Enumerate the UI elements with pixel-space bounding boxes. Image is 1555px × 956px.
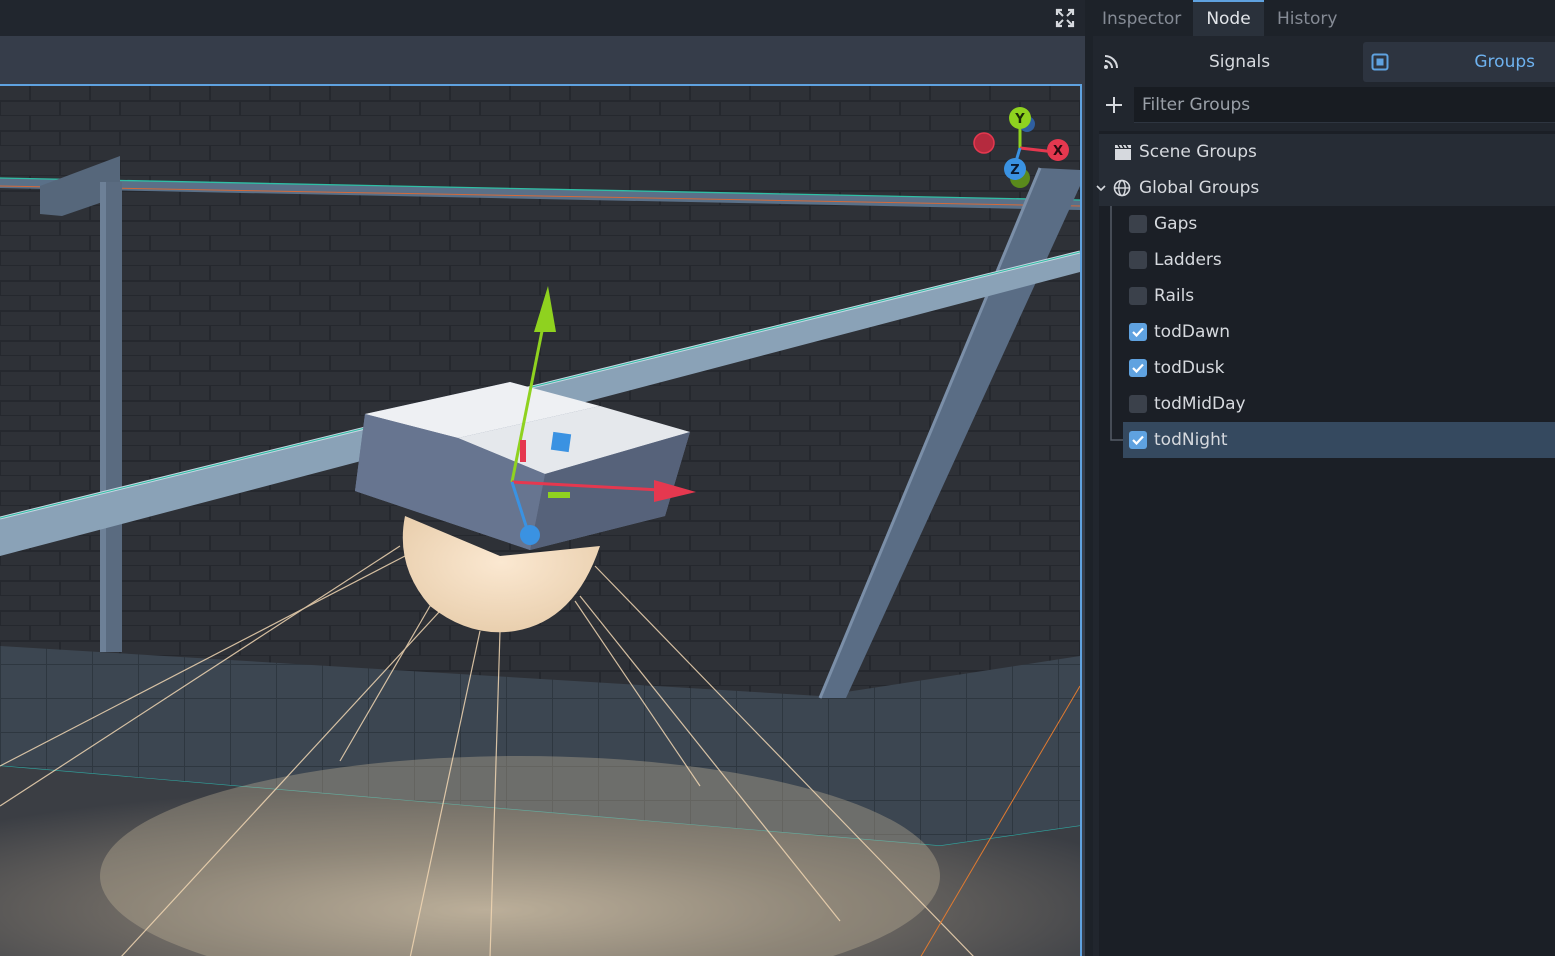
filter-row	[1093, 86, 1555, 124]
3d-scene-render[interactable]: Y X Z	[0, 86, 1080, 956]
group-row-rails[interactable]: Rails	[1099, 278, 1555, 314]
plus-icon	[1106, 97, 1122, 113]
check-icon	[1132, 363, 1144, 374]
groups-tree: Scene Groups Global Groups Gaps Ladders Ra…	[1096, 131, 1555, 956]
group-checkbox[interactable]	[1129, 251, 1147, 269]
dock-tab-bar: Inspector Node History	[1093, 0, 1555, 36]
check-icon	[1132, 435, 1144, 446]
group-checkbox[interactable]	[1129, 431, 1147, 449]
gizmo-y-label: Y	[1014, 112, 1025, 127]
groups-icon	[1371, 53, 1389, 71]
group-name: Ladders	[1154, 250, 1222, 270]
fullscreen-icon	[1055, 8, 1075, 28]
group-name: Rails	[1154, 286, 1195, 306]
group-row-gaps[interactable]: Gaps	[1099, 206, 1555, 242]
clapperboard-icon	[1115, 144, 1131, 160]
node-subtabs: Signals Groups	[1093, 40, 1555, 84]
right-dock: Inspector Node History Signals Groups Fi…	[1093, 0, 1555, 956]
scene-groups-category[interactable]: Scene Groups	[1099, 134, 1555, 170]
group-checkbox[interactable]	[1129, 287, 1147, 305]
tab-node[interactable]: Node	[1193, 0, 1264, 36]
groups-tab-label: Groups	[1474, 52, 1535, 72]
distraction-free-button[interactable]	[1053, 6, 1077, 30]
check-icon	[1132, 327, 1144, 338]
group-row-toddawn[interactable]: todDawn	[1099, 314, 1555, 350]
viewport-toolbar	[0, 36, 1085, 84]
dock-splitter[interactable]	[1085, 0, 1093, 956]
signal-icon	[1104, 55, 1118, 69]
filter-groups-input[interactable]	[1134, 87, 1555, 123]
tab-inspector[interactable]: Inspector	[1093, 0, 1193, 36]
group-name: todDusk	[1154, 358, 1225, 378]
group-name: todMidDay	[1154, 394, 1246, 414]
viewport-top-bar	[0, 0, 1085, 36]
3d-viewport[interactable]: Y X Z	[0, 84, 1082, 956]
gizmo-z-label: Z	[1010, 163, 1019, 178]
group-row-ladders[interactable]: Ladders	[1099, 242, 1555, 278]
add-group-button[interactable]	[1099, 90, 1129, 120]
group-name: todNight	[1154, 430, 1228, 450]
3d-viewport-panel: Y X Z	[0, 0, 1085, 956]
group-name: todDawn	[1154, 322, 1231, 342]
chevron-down-icon[interactable]	[1095, 182, 1107, 194]
global-groups-category[interactable]: Global Groups	[1096, 170, 1555, 206]
group-name: Gaps	[1154, 214, 1198, 234]
group-checkbox[interactable]	[1129, 323, 1147, 341]
groups-tab[interactable]: Groups	[1363, 42, 1555, 82]
global-groups-label: Global Groups	[1139, 178, 1260, 198]
globe-icon	[1113, 179, 1131, 197]
group-row-toddusk[interactable]: todDusk	[1099, 350, 1555, 386]
tab-history[interactable]: History	[1268, 0, 1348, 36]
gizmo-x-label: X	[1053, 144, 1063, 159]
signals-tab[interactable]: Signals	[1093, 42, 1358, 82]
group-row-todmidday[interactable]: todMidDay	[1099, 386, 1555, 422]
group-checkbox[interactable]	[1129, 359, 1147, 377]
group-row-todnight[interactable]: todNight	[1099, 422, 1555, 458]
group-checkbox[interactable]	[1129, 215, 1147, 233]
signals-tab-label: Signals	[1209, 52, 1271, 72]
scene-groups-label: Scene Groups	[1139, 142, 1257, 162]
group-checkbox[interactable]	[1129, 395, 1147, 413]
